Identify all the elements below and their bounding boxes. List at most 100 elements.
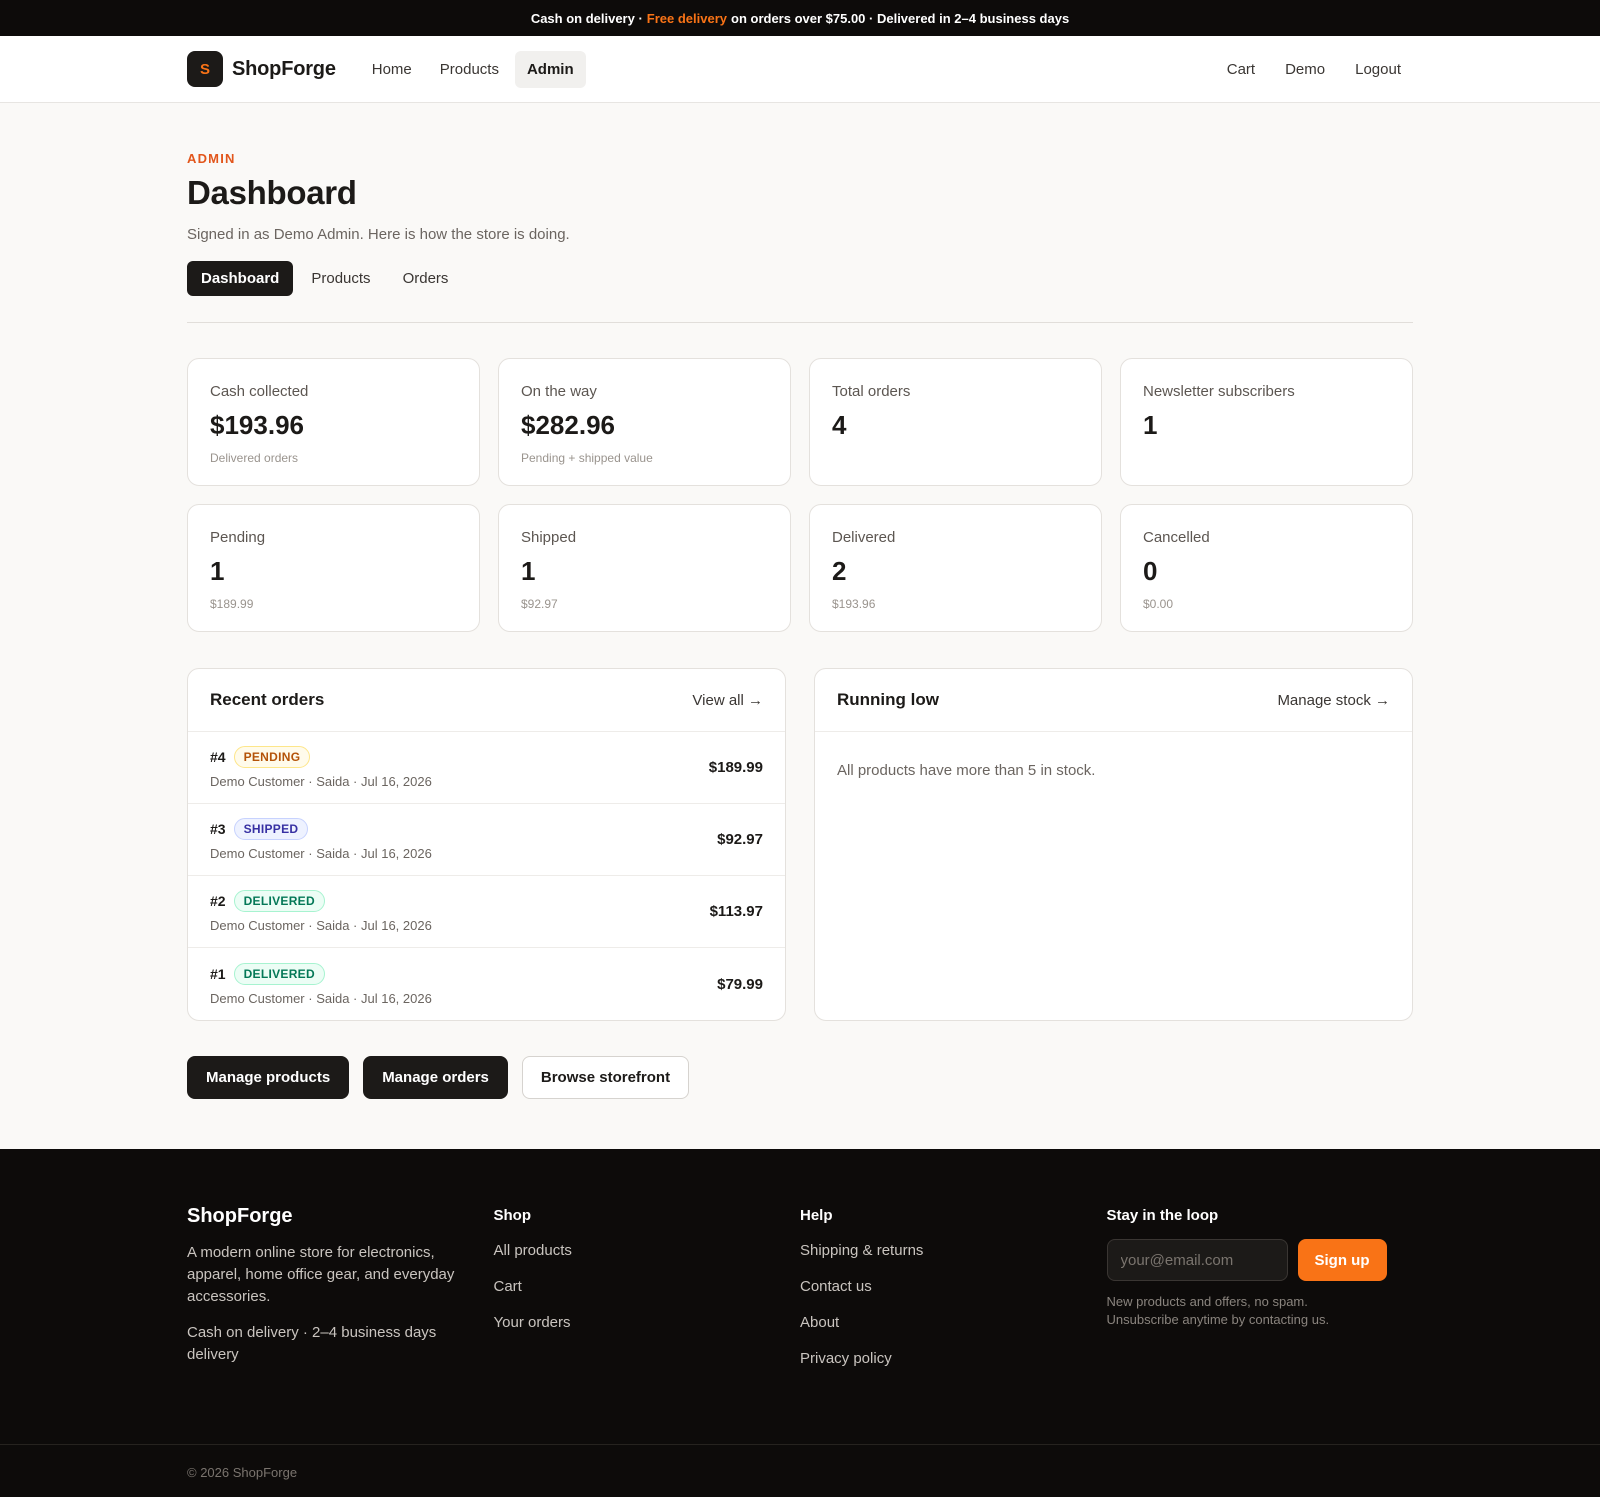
nav-link-logout[interactable]: Logout (1343, 51, 1413, 88)
status-badge: DELIVERED (233, 962, 325, 985)
stat-card-pending: Pending 1 $189.99 (187, 504, 480, 632)
order-row[interactable]: #2 DELIVERED Demo Customer · Saida · Jul… (188, 876, 785, 948)
panels-row: Recent orders View all → #4 PENDING Demo… (187, 668, 1413, 1021)
view-all-link[interactable]: View all → (692, 692, 763, 709)
footer-link-about[interactable]: About (800, 1314, 1107, 1331)
manage-stock-link[interactable]: Manage stock → (1277, 692, 1390, 709)
stat-value: 0 (1143, 556, 1158, 586)
announcement-bar: Cash on delivery · Free delivery on orde… (0, 0, 1600, 36)
stat-card-delivered: Delivered 2 $193.96 (809, 504, 1102, 632)
tab-orders[interactable]: Orders (389, 261, 463, 296)
tab-products[interactable]: Products (297, 261, 384, 296)
order-meta: Demo Customer · Saida · Jul 16, 2026 (210, 990, 432, 1006)
order-id: #2 (210, 893, 226, 909)
nav-link-home[interactable]: Home (360, 51, 424, 88)
stat-value: $193.96 (210, 410, 304, 440)
order-id: #3 (210, 821, 226, 837)
footer-newsletter-column: Stay in the loop Sign up New products an… (1106, 1205, 1414, 1444)
order-total: $113.97 (709, 903, 763, 920)
tab-dashboard[interactable]: Dashboard (187, 261, 294, 296)
footer-description: A modern online store for electronics, a… (187, 1244, 455, 1305)
stat-label: Delivered (832, 529, 896, 546)
admin-tabs: Dashboard Products Orders (187, 261, 1413, 323)
panel-title: Recent orders (210, 690, 325, 709)
order-id: #4 (210, 749, 226, 765)
panel-title: Running low (837, 690, 939, 709)
panel-header: Recent orders View all → (188, 669, 785, 732)
stat-label: Pending (210, 529, 266, 546)
status-badge: DELIVERED (233, 890, 325, 912)
footer-link-shipping[interactable]: Shipping & returns (800, 1242, 1107, 1259)
newsletter-form: Sign up (1106, 1239, 1414, 1281)
nav-links: Home Products Admin (360, 50, 586, 88)
stat-label: Total orders (832, 383, 911, 400)
footer-link-privacy[interactable]: Privacy policy (800, 1350, 1107, 1367)
footer-brand-column: ShopForge A modern online store for elec… (187, 1205, 494, 1444)
stat-card-on-the-way: On the way $282.96 Pending + shipped val… (498, 358, 791, 486)
copyright: © 2026 ShopForge (187, 1465, 298, 1480)
newsletter-note: New products and offers, no spam. Unsubs… (1106, 1294, 1330, 1327)
footer: ShopForge A modern online store for elec… (0, 1149, 1600, 1497)
running-low-panel: Running low Manage stock → All products … (814, 668, 1413, 1021)
footer-heading: Stay in the loop (1106, 1207, 1219, 1224)
sign-up-button[interactable]: Sign up (1297, 1239, 1387, 1281)
manage-orders-button[interactable]: Manage orders (363, 1056, 508, 1099)
page-title: Dashboard (187, 174, 357, 211)
stat-value: 1 (1143, 410, 1158, 440)
order-row[interactable]: #3 SHIPPED Demo Customer · Saida · Jul 1… (188, 804, 785, 876)
main-content: ADMIN Dashboard Signed in as Demo Admin.… (187, 103, 1413, 1149)
order-meta: Demo Customer · Saida · Jul 16, 2026 (210, 918, 432, 933)
nav-link-cart[interactable]: Cart (1215, 51, 1267, 88)
stat-label: Shipped (521, 529, 577, 546)
stat-value: 1 (210, 556, 225, 586)
order-meta: Demo Customer · Saida · Jul 16, 2026 (210, 774, 432, 789)
stat-value: 1 (521, 556, 536, 586)
footer-link-all-products[interactable]: All products (494, 1242, 801, 1259)
order-id: #1 (210, 965, 226, 982)
order-row[interactable]: #4 PENDING Demo Customer · Saida · Jul 1… (188, 732, 785, 804)
manage-products-button[interactable]: Manage products (187, 1056, 350, 1099)
footer-shop-column: Shop All products Cart Your orders (494, 1205, 801, 1444)
nav-link-demo[interactable]: Demo (1273, 51, 1337, 88)
order-total: $79.99 (717, 975, 763, 993)
nav-right: Cart Demo Logout (1215, 51, 1413, 88)
stat-label: Newsletter subscribers (1143, 383, 1295, 400)
footer-delivery: Cash on delivery · 2–4 business days del… (187, 1324, 437, 1363)
stat-note: $193.96 (832, 597, 876, 611)
copyright-bar: © 2026 ShopForge (0, 1444, 1600, 1497)
newsletter-email-input[interactable] (1106, 1239, 1288, 1281)
stat-value: 4 (832, 410, 847, 440)
page-eyebrow: ADMIN (187, 151, 236, 166)
announcement-highlight: Free delivery (646, 10, 728, 26)
logo-icon[interactable]: S (187, 51, 223, 87)
nav-link-admin[interactable]: Admin (514, 50, 586, 88)
stat-label: On the way (521, 383, 597, 400)
browse-storefront-button[interactable]: Browse storefront (521, 1056, 690, 1099)
footer-link-cart[interactable]: Cart (494, 1278, 801, 1295)
announcement-suffix: on orders over $75.00 · Delivered in 2–4… (731, 10, 1070, 26)
footer-help-column: Help Shipping & returns Contact us About… (800, 1205, 1107, 1444)
footer-link-contact[interactable]: Contact us (800, 1278, 1107, 1295)
panel-header: Running low Manage stock → (815, 669, 1412, 732)
order-total: $189.99 (708, 759, 763, 776)
brand-name[interactable]: ShopForge (232, 58, 336, 81)
stat-card-shipped: Shipped 1 $92.97 (498, 504, 791, 632)
stat-note: $92.97 (521, 597, 558, 611)
order-row[interactable]: #1 DELIVERED Demo Customer · Saida · Jul… (188, 948, 785, 1020)
page-subtitle: Signed in as Demo Admin. Here is how the… (187, 226, 570, 243)
footer-brand: ShopForge (187, 1205, 293, 1227)
stat-note: Pending + shipped value (521, 451, 653, 465)
stat-value: 2 (832, 556, 847, 586)
nav-link-products[interactable]: Products (428, 51, 511, 88)
status-badge: SHIPPED (233, 818, 309, 840)
order-meta: Demo Customer · Saida · Jul 16, 2026 (210, 846, 432, 861)
stat-value: $282.96 (521, 410, 615, 440)
stat-note: $189.99 (210, 597, 254, 611)
recent-orders-panel: Recent orders View all → #4 PENDING Demo… (187, 668, 786, 1021)
stat-card-cancelled: Cancelled 0 $0.00 (1120, 504, 1413, 632)
stat-label: Cancelled (1143, 529, 1210, 546)
footer-link-your-orders[interactable]: Your orders (494, 1314, 801, 1331)
footer-heading: Shop (493, 1207, 532, 1224)
stat-label: Cash collected (210, 383, 309, 400)
stat-card-newsletter-subscribers: Newsletter subscribers 1 (1120, 358, 1413, 486)
